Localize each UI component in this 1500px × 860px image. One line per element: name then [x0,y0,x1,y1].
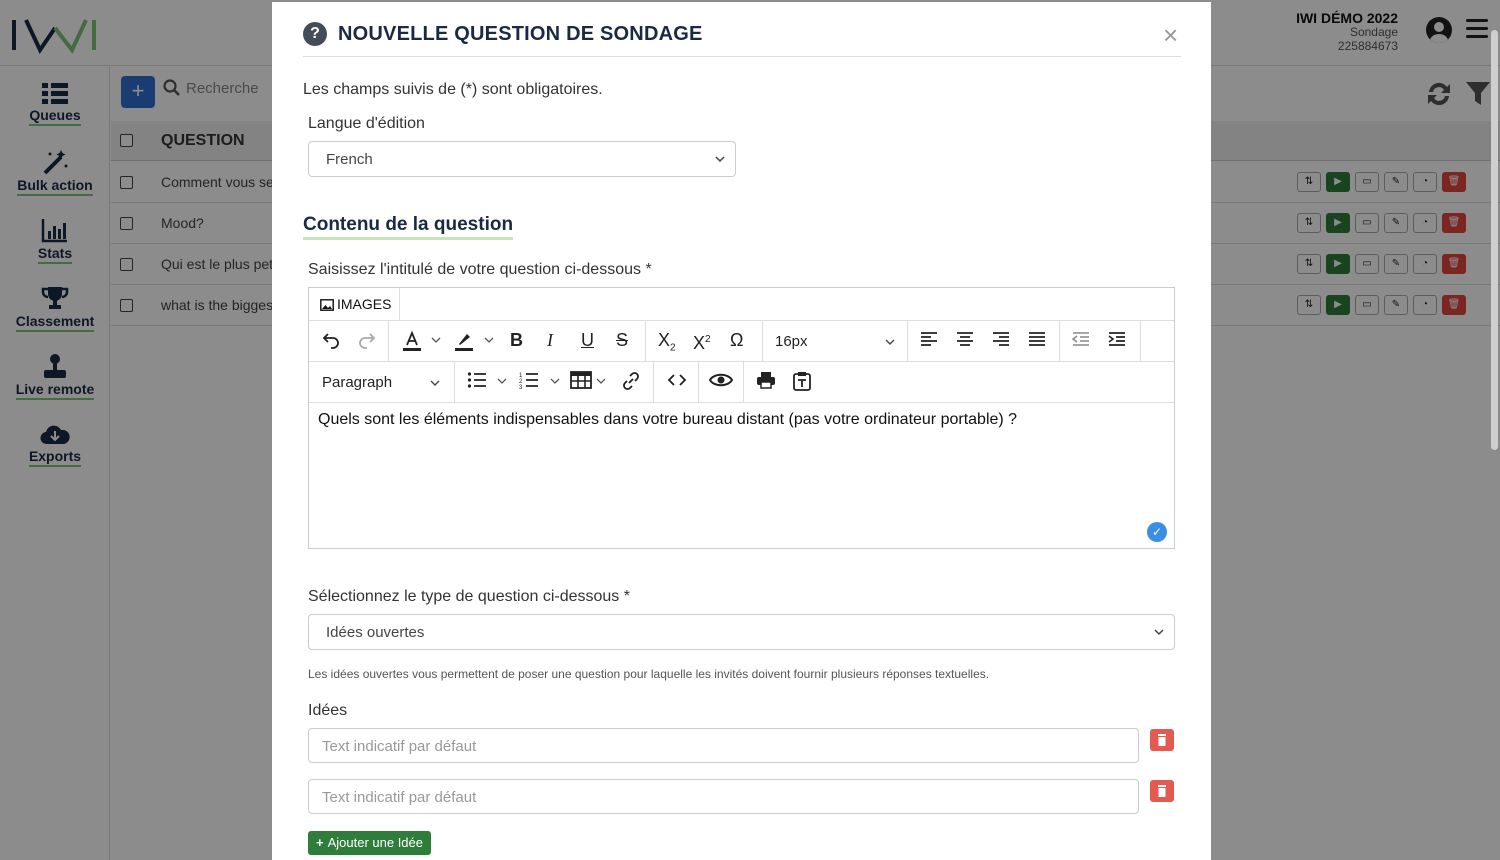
add-idea-button[interactable]: + Ajouter une Idée [308,831,431,855]
delete-idea-button[interactable] [1150,729,1174,751]
underline-icon[interactable]: U [581,330,594,350]
omega-icon[interactable]: Ω [730,330,743,350]
chevron-down-icon [885,339,895,345]
chevron-down-icon[interactable] [550,376,560,386]
superscript-icon[interactable]: X2 [693,330,711,353]
tab-images[interactable]: IMAGES [309,288,400,320]
rich-text-editor: IMAGES B I U S X2 X2 Ω 16px Paragraph 1 … [308,287,1175,549]
print-group [744,362,820,402]
code-group [654,362,699,402]
plus-icon: + [316,835,324,850]
highlight-icon[interactable] [453,330,475,352]
special-chars-group: X2 X2 Ω [646,321,763,361]
preview-group [699,362,744,402]
language-select[interactable]: French [308,141,736,177]
text-color-icon[interactable] [401,330,423,352]
editor-toolbar-row-1: B I U S X2 X2 Ω 16px [309,321,1174,362]
block-format-value: Paragraph [322,374,393,391]
required-note: Les champs suivis de (*) sont obligatoir… [303,81,603,98]
editor-tabs: IMAGES [309,288,1174,321]
font-size-value: 16px [775,333,808,350]
delete-idea-button[interactable] [1150,780,1174,802]
new-question-modal: ? NOUVELLE QUESTION DE SONDAGE × Les cha… [272,2,1211,860]
align-left-icon[interactable] [920,330,938,348]
section-title: Contenu de la question [303,214,514,240]
code-icon[interactable] [667,371,687,389]
language-label: Langue d'édition [308,115,425,132]
checkmark-icon: ✓ [1147,522,1167,542]
insert-group: 123 [455,362,654,402]
trash-icon [1158,785,1166,797]
close-icon[interactable]: × [1163,22,1178,48]
type-help-text: Les idées ouvertes vous permettent de po… [308,667,990,681]
question-label: Saisissez l'intitulé de votre question c… [308,261,652,278]
scrollbar[interactable] [1491,30,1498,450]
eye-icon[interactable] [709,371,733,389]
bullet-list-icon[interactable] [467,371,487,389]
align-center-icon[interactable] [956,330,974,348]
format-group: B I U S [389,321,646,361]
block-format-select[interactable]: Paragraph [309,362,455,402]
table-icon[interactable] [570,371,592,389]
align-justify-icon[interactable] [1028,330,1046,348]
add-idea-label: Ajouter une Idée [327,835,423,850]
idea-input[interactable]: Text indicatif par défaut [308,779,1139,814]
chevron-down-icon[interactable] [497,376,507,386]
chevron-down-icon[interactable] [484,335,494,345]
question-type-select[interactable]: Idées ouvertes [308,614,1175,650]
font-size-select[interactable]: 16px [763,321,908,361]
strikethrough-icon[interactable]: S [616,330,628,350]
outdent-icon[interactable] [1072,330,1090,348]
link-icon[interactable] [621,371,641,391]
italic-icon[interactable]: I [547,330,553,350]
numbered-list-icon[interactable]: 123 [519,371,539,389]
editor-content[interactable]: Quels sont les éléments indispensables d… [318,411,1017,429]
chevron-down-icon[interactable] [431,335,441,345]
editor-toolbar-row-2: Paragraph 123 [309,362,1174,403]
undo-icon[interactable] [321,330,341,350]
indent-icon[interactable] [1108,330,1126,348]
chevron-down-icon [1154,629,1164,636]
type-label: Sélectionnez le type de question ci-dess… [308,588,630,605]
svg-text:3: 3 [519,385,523,389]
language-value: French [326,151,373,168]
idea-placeholder: Text indicatif par défaut [322,738,477,755]
history-group [309,321,389,361]
indent-group [1060,321,1141,361]
modal-header: ? NOUVELLE QUESTION DE SONDAGE × [303,22,1181,57]
print-icon[interactable] [756,371,776,389]
align-right-icon[interactable] [992,330,1010,348]
idea-placeholder: Text indicatif par défaut [322,789,477,806]
ideas-label: Idées [308,702,348,719]
bold-icon[interactable]: B [510,330,523,350]
help-icon[interactable]: ? [303,22,327,46]
paste-text-icon[interactable] [792,371,812,391]
image-icon [320,299,334,311]
redo-icon[interactable] [357,330,377,350]
modal-title: NOUVELLE QUESTION DE SONDAGE [338,23,703,45]
chevron-down-icon[interactable] [596,376,606,386]
chevron-down-icon [715,156,725,163]
question-type-value: Idées ouvertes [326,624,425,641]
trash-icon [1158,734,1166,746]
align-group [908,321,1060,361]
idea-input[interactable]: Text indicatif par défaut [308,728,1139,763]
chevron-down-icon [430,380,440,386]
tab-images-label: IMAGES [337,296,392,312]
subscript-icon[interactable]: X2 [658,330,676,359]
